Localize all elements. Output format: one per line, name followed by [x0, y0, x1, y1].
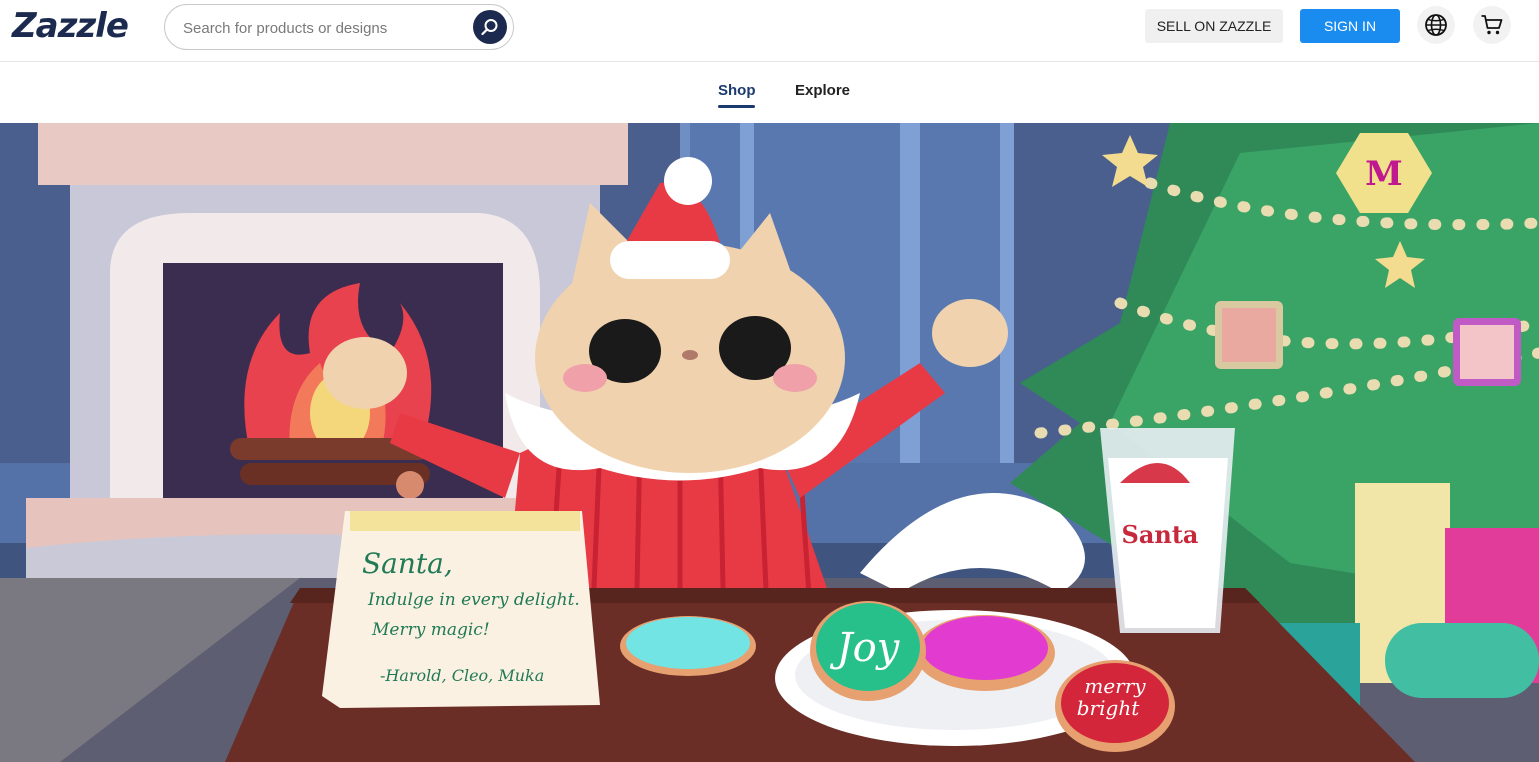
- cookie-joy-text: Joy: [830, 625, 901, 671]
- svg-text:Merry magic!: Merry magic!: [371, 620, 490, 640]
- top-header: Zazzle SELL ON ZAZZLE SIGN IN: [0, 0, 1539, 62]
- hero-illustration: M Santa, Indulge in every delight. Merry…: [0, 123, 1539, 762]
- search-bar: [164, 4, 514, 50]
- globe-icon: [1425, 14, 1447, 36]
- tab-shop[interactable]: Shop: [718, 82, 756, 99]
- cookie-bright-text: bright: [1077, 696, 1140, 720]
- zazzle-logo[interactable]: Zazzle: [12, 6, 129, 46]
- cookie-merry-text: merry: [1084, 674, 1146, 698]
- main-nav-tabs: Shop Explore: [0, 63, 1539, 123]
- holiday-hero-banner[interactable]: M Santa, Indulge in every delight. Merry…: [0, 123, 1539, 762]
- milk-glass: Santa: [1100, 428, 1235, 633]
- sign-in-button[interactable]: SIGN IN: [1300, 9, 1400, 43]
- cart-button[interactable]: [1473, 6, 1511, 44]
- search-icon: [481, 19, 498, 36]
- note-card: Santa, Indulge in every delight. Merry m…: [322, 511, 600, 708]
- search-button[interactable]: [473, 10, 507, 44]
- language-button[interactable]: [1417, 6, 1455, 44]
- svg-text:Santa,: Santa,: [362, 547, 453, 580]
- tab-explore[interactable]: Explore: [795, 82, 850, 99]
- sell-on-zazzle-button[interactable]: SELL ON ZAZZLE: [1145, 9, 1283, 43]
- active-tab-indicator: [718, 105, 755, 108]
- svg-text:-Harold, Cleo, Muka: -Harold, Cleo, Muka: [380, 666, 544, 685]
- ornament-letter: M: [1365, 154, 1403, 194]
- shopping-cart-icon: [1481, 15, 1503, 35]
- svg-text:Indulge in every delight.: Indulge in every delight.: [367, 590, 580, 610]
- glass-label: Santa: [1122, 520, 1199, 549]
- search-input[interactable]: [183, 17, 463, 39]
